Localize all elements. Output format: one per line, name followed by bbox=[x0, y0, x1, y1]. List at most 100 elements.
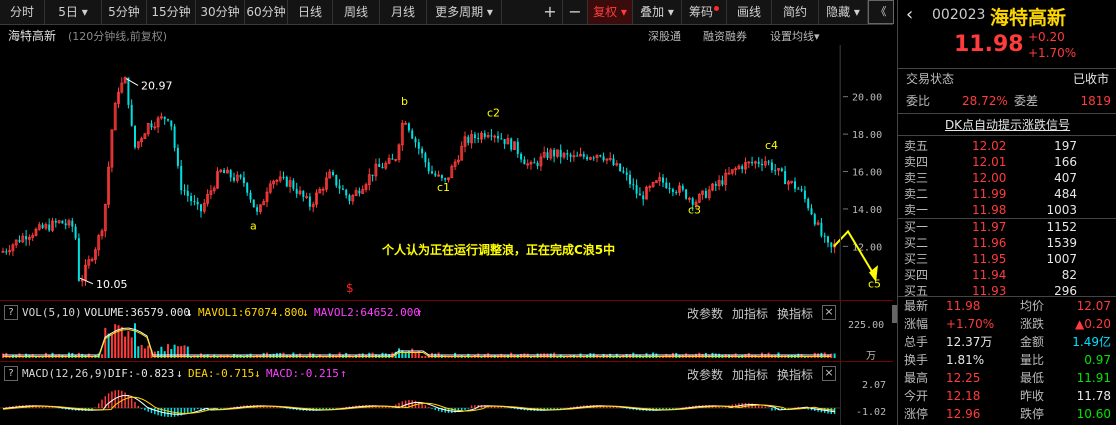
volume-bar bbox=[87, 353, 90, 358]
stat-row: 涨幅 +1.70% 涨跌 ▲0.20 bbox=[898, 316, 1116, 333]
vol-close-button[interactable]: × bbox=[822, 305, 836, 320]
candle-body bbox=[566, 153, 569, 155]
candle-body bbox=[348, 195, 351, 201]
ask-volume: 197 bbox=[1054, 139, 1077, 153]
dk-signal-link[interactable]: DK点自动提示涨跌信号 bbox=[898, 116, 1116, 133]
simple-mode-button[interactable]: 简约 bbox=[772, 0, 819, 24]
vol-divider bbox=[0, 361, 893, 362]
tab-fenshi[interactable]: 分时 bbox=[0, 0, 45, 24]
vol-switch-indicator-button[interactable]: 换指标 bbox=[777, 305, 813, 322]
mavol1-line bbox=[3, 327, 831, 356]
macd-add-indicator-button[interactable]: 加指标 bbox=[732, 366, 768, 383]
candle-body bbox=[622, 171, 625, 173]
volume-bars bbox=[2, 323, 836, 358]
candle-body bbox=[74, 226, 77, 239]
candle-body bbox=[170, 120, 173, 127]
volume-bar bbox=[137, 346, 140, 358]
chip-button[interactable]: 筹码 bbox=[682, 0, 727, 24]
candle-body bbox=[536, 162, 539, 166]
zoom-out-button[interactable]: − bbox=[563, 0, 588, 24]
candle-body bbox=[414, 138, 417, 143]
candle-body bbox=[813, 214, 816, 225]
bid-level-label: 买一 bbox=[904, 220, 929, 234]
vol-add-indicator-button[interactable]: 加指标 bbox=[732, 305, 768, 322]
ma-settings-link[interactable]: 设置均线▾ bbox=[770, 28, 820, 44]
volume-bar bbox=[143, 348, 146, 358]
candle-body bbox=[25, 236, 28, 240]
zoom-in-button[interactable]: + bbox=[538, 0, 563, 24]
candle-body bbox=[246, 183, 249, 193]
volume-bar bbox=[817, 353, 820, 358]
macd-value: MACD:-0.215 bbox=[266, 367, 339, 380]
volume-bar bbox=[685, 353, 688, 358]
hide-button[interactable]: 隐藏 ▾ bbox=[819, 0, 868, 24]
volume-bar bbox=[25, 353, 28, 358]
chart-period-subtitle: (120分钟线,前复权) bbox=[68, 30, 168, 43]
tab-5min[interactable]: 5分钟 bbox=[102, 0, 147, 24]
vol-toggle-button[interactable]: ? bbox=[4, 305, 18, 320]
stat-row: 总手 12.37万 金额 1.49亿 bbox=[898, 334, 1116, 351]
arrow-up-icon: ↑ bbox=[340, 367, 347, 380]
volume-bar bbox=[645, 353, 648, 358]
macd-chart bbox=[0, 390, 840, 417]
tab-30min[interactable]: 30分钟 bbox=[196, 0, 245, 24]
chevron-left-icon[interactable]: ‹ bbox=[906, 4, 913, 25]
candle-body bbox=[576, 155, 579, 157]
shenzhen-connect-link[interactable]: 深股通 bbox=[648, 28, 681, 44]
volume-bar bbox=[167, 344, 169, 358]
candle-body bbox=[338, 185, 341, 189]
macd-switch-indicator-button[interactable]: 换指标 bbox=[777, 366, 813, 383]
candle-body bbox=[662, 177, 664, 183]
candle-body bbox=[54, 220, 57, 223]
draw-line-button[interactable]: 画线 bbox=[727, 0, 772, 24]
tab-monthly[interactable]: 月线 bbox=[380, 0, 427, 24]
candle-body bbox=[642, 195, 645, 200]
candle-body bbox=[341, 188, 344, 190]
overlay-button[interactable]: 叠加 ▾ bbox=[633, 0, 682, 24]
macd-close-button[interactable]: × bbox=[822, 366, 836, 381]
candle-body bbox=[130, 104, 133, 126]
candle-body bbox=[784, 171, 787, 185]
adjust-price-button[interactable]: 复权 ▾ bbox=[588, 0, 633, 24]
candle-body bbox=[800, 189, 803, 191]
tab-more-periods[interactable]: 更多周期 ▾ bbox=[427, 0, 502, 24]
candle-body bbox=[200, 204, 202, 212]
candle-body bbox=[510, 138, 513, 150]
stat-value: 11.91 bbox=[1076, 371, 1111, 385]
macd-params-button[interactable]: 改参数 bbox=[687, 366, 723, 383]
volume-bar bbox=[500, 353, 503, 358]
macd-axis-bottom: -1.02 bbox=[856, 407, 887, 418]
candle-body bbox=[681, 185, 684, 190]
tab-15min[interactable]: 15分钟 bbox=[147, 0, 196, 24]
volume-bar bbox=[18, 353, 21, 358]
vol-params-button[interactable]: 改参数 bbox=[687, 305, 723, 322]
stat-value: +1.70% bbox=[946, 317, 995, 331]
vol-indicator-name: VOL(5,10) bbox=[22, 306, 82, 319]
collapse-panel-button[interactable]: 《 bbox=[868, 0, 894, 24]
tab-daily[interactable]: 日线 bbox=[288, 0, 333, 24]
stat-label: 跌停 bbox=[1020, 407, 1045, 421]
volume-bar bbox=[701, 353, 704, 358]
candle-body bbox=[173, 126, 176, 148]
candle-body bbox=[421, 148, 424, 154]
kline-chart[interactable]: 20.0018.0016.0014.0012.00 20.9710.05abc1… bbox=[0, 45, 893, 300]
mavol2-line bbox=[3, 329, 831, 357]
margin-trading-link[interactable]: 融资融券 bbox=[703, 28, 747, 44]
stat-value: 12.96 bbox=[946, 407, 981, 421]
chip-label: 筹码 bbox=[688, 5, 713, 19]
ask-price: 12.02 bbox=[972, 139, 1007, 153]
overlay-label: 叠加 bbox=[640, 5, 665, 19]
volume-bar bbox=[830, 353, 833, 358]
macd-toggle-button[interactable]: ? bbox=[4, 366, 18, 381]
tab-weekly[interactable]: 周线 bbox=[333, 0, 380, 24]
stat-label: 总手 bbox=[904, 335, 929, 349]
volume-bar bbox=[130, 337, 133, 358]
tab-5day[interactable]: 5日 ▾ bbox=[45, 0, 102, 24]
ask-price: 12.01 bbox=[972, 155, 1007, 169]
tab-60min[interactable]: 60分钟 bbox=[245, 0, 288, 24]
ask-volume: 166 bbox=[1054, 155, 1077, 169]
ask-price: 11.99 bbox=[972, 187, 1007, 201]
quote-panel: ‹ 002023 海特高新 11.98 +0.20 +1.70% 交易状态 已收… bbox=[897, 0, 1116, 425]
candle-body bbox=[714, 184, 717, 186]
arrow-down-icon: ↓ bbox=[302, 306, 309, 319]
